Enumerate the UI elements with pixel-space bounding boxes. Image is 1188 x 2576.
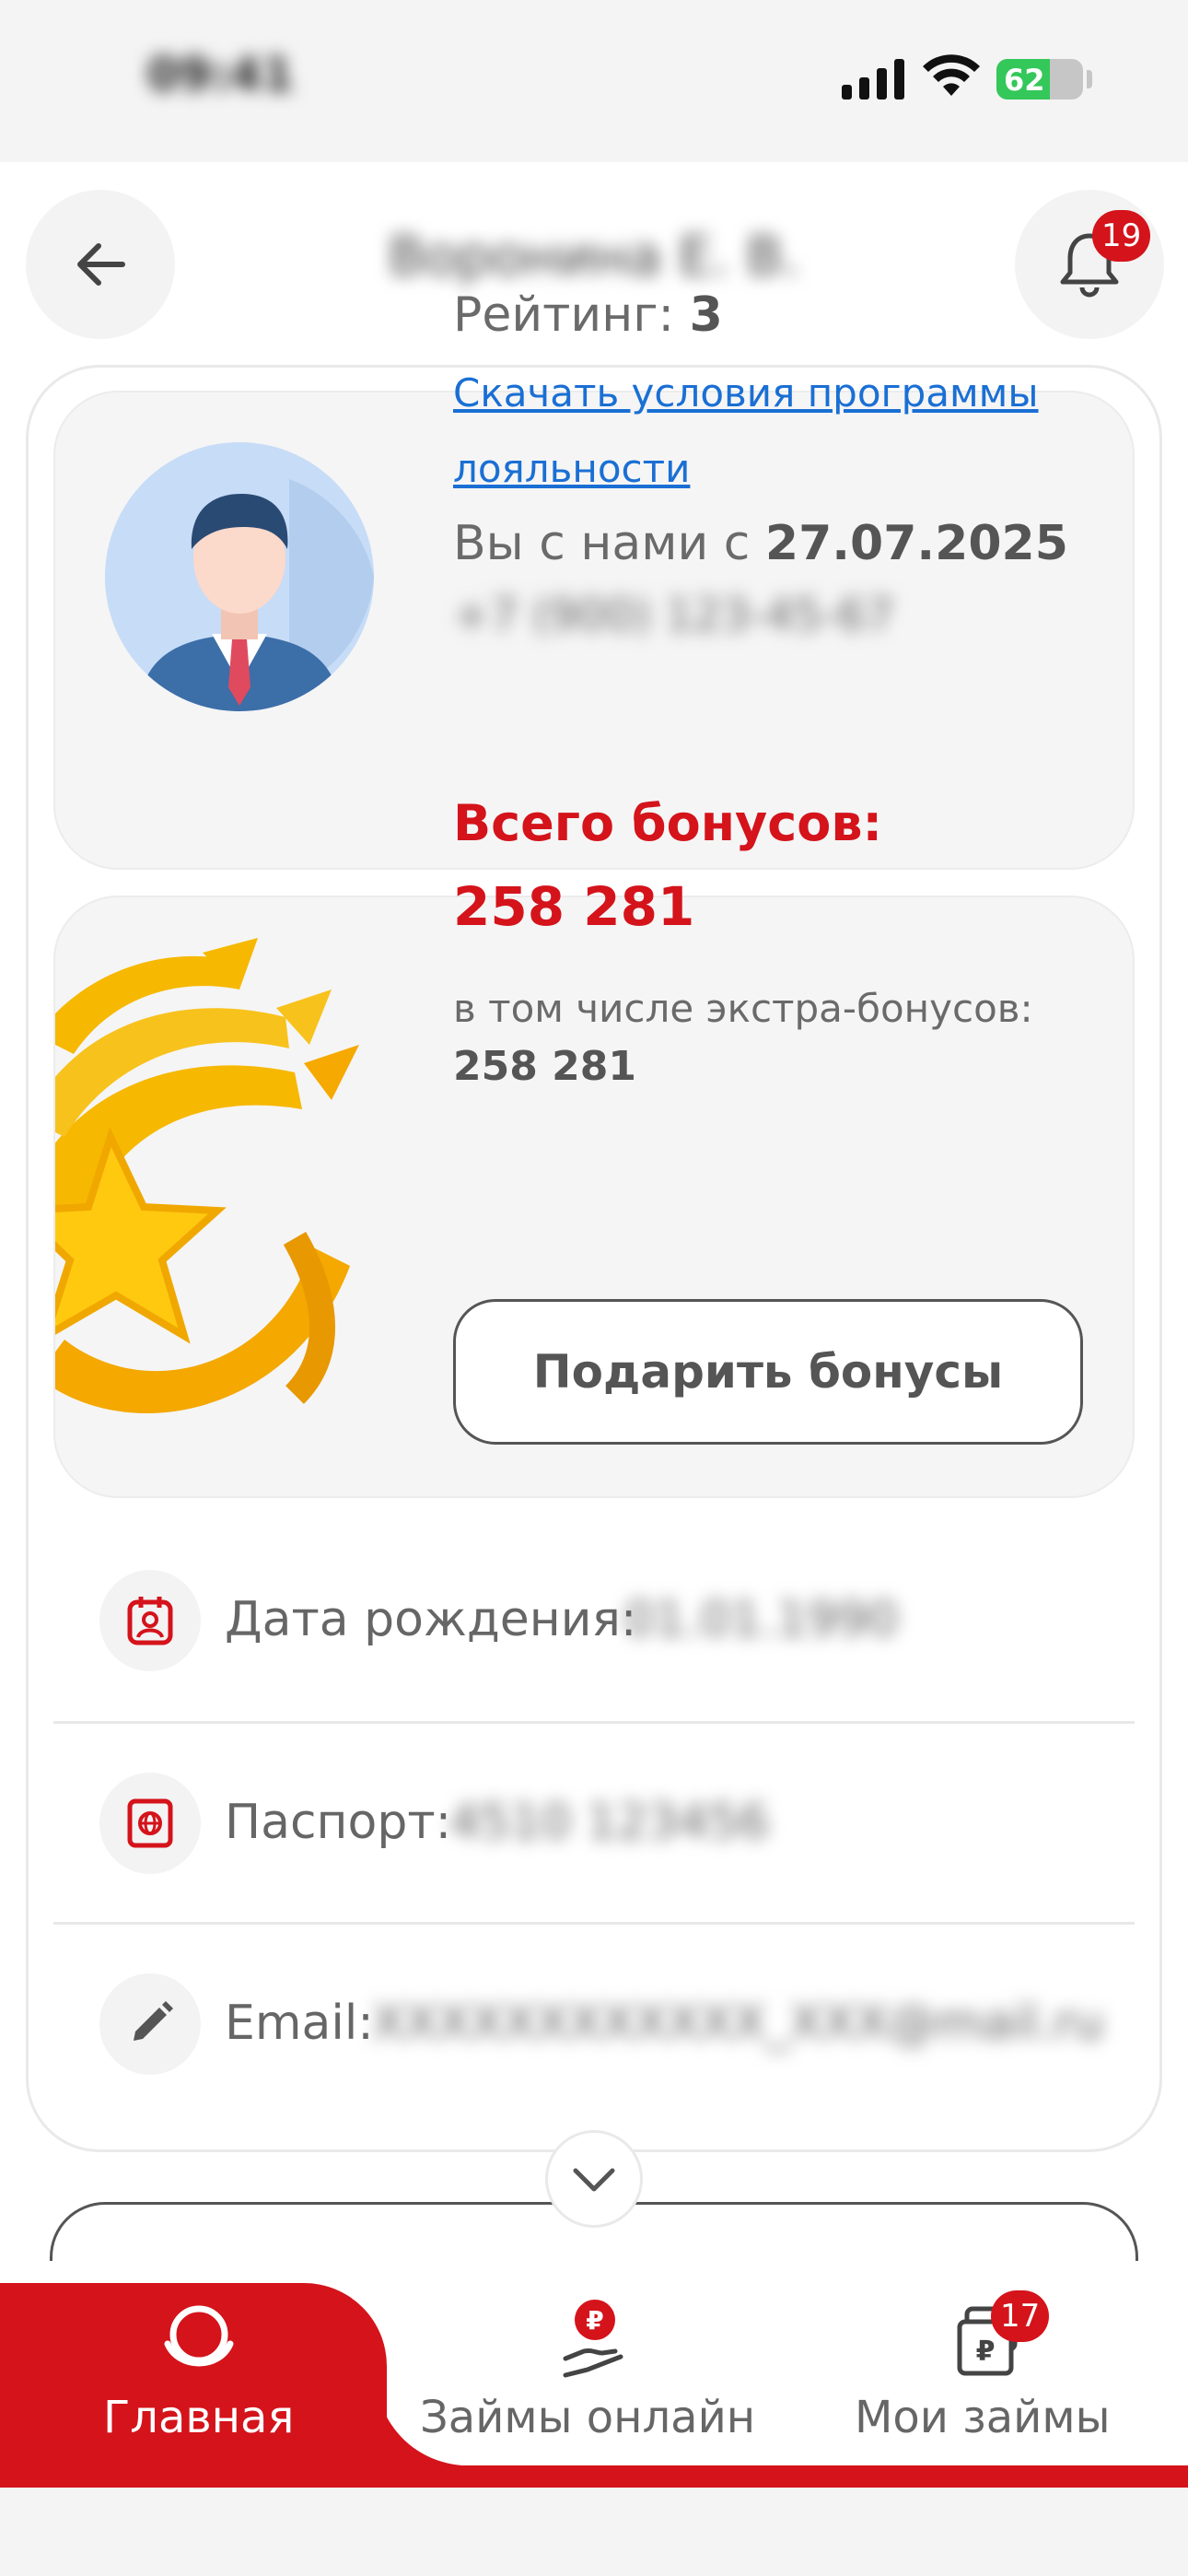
user-avatar-icon	[105, 442, 374, 711]
chevron-down-icon	[573, 2168, 615, 2192]
status-bar: 09:41 62	[0, 0, 1188, 162]
home-indicator-area	[0, 2488, 1188, 2576]
nav-my-loans-label[interactable]: Мои займы	[855, 2392, 1110, 2443]
passport-value: 4510 123456	[449, 1795, 770, 1850]
battery-icon: 62	[996, 59, 1083, 100]
passport-row: Паспорт: 4510 123456	[53, 1725, 1135, 1924]
gift-bonuses-button[interactable]: Подарить бонусы	[453, 1299, 1083, 1445]
member-since: Вы с нами с 27.07.2025	[453, 516, 1068, 571]
battery-level: 62	[1004, 63, 1045, 98]
bonus-star-illustration	[55, 938, 359, 1413]
nav-loans-online-label[interactable]: Займы онлайн	[420, 2392, 755, 2443]
rating-label: Рейтинг:	[453, 287, 675, 343]
nav-accent-line	[0, 2465, 1188, 2488]
avatar	[105, 442, 374, 711]
extra-bonus-label: в том числе экстра-бонусов:	[453, 986, 1033, 1031]
birthdate-row: Дата рождения: 01.01.1990	[53, 1522, 1135, 1721]
phone-number: +7 (900) 123-45-67	[453, 590, 894, 641]
calendar-user-icon	[99, 1570, 201, 1671]
cellular-signal-icon	[842, 59, 904, 100]
notifications-badge: 19	[1092, 210, 1151, 262]
divider	[53, 1721, 1135, 1724]
email-row[interactable]: Email: XXXXXXXXXXXX_XXX@mail.ru	[53, 1926, 1135, 2125]
member-since-date: 27.07.2025	[764, 516, 1068, 571]
bonus-title: Всего бонусов:	[453, 794, 883, 852]
rating: Рейтинг: 3	[453, 287, 723, 343]
svg-text:₽: ₽	[976, 2336, 996, 2368]
expand-button[interactable]	[545, 2130, 643, 2228]
notifications-button[interactable]	[1015, 190, 1164, 339]
birthdate-label: Дата рождения:	[225, 1592, 637, 1647]
svg-text:₽: ₽	[586, 2305, 603, 2336]
bonus-total: 258 281	[453, 875, 695, 938]
loyalty-terms-link[interactable]: Скачать условия программы лояльности	[453, 356, 1098, 507]
rating-value: 3	[689, 287, 723, 343]
email-value: XXXXXXXXXXXX_XXX@mail.ru	[372, 1996, 1104, 2051]
email-label: Email:	[225, 1996, 374, 2051]
back-button[interactable]	[26, 190, 175, 339]
birthdate-value: 01.01.1990	[624, 1592, 899, 1647]
arrow-left-icon	[77, 243, 125, 286]
passport-icon	[99, 1773, 201, 1874]
nav-home-label[interactable]: Главная	[103, 2392, 294, 2443]
member-since-label: Вы с нами с	[453, 516, 751, 571]
loans-online-icon[interactable]: ₽	[560, 2298, 630, 2384]
pencil-icon[interactable]	[99, 1973, 201, 2075]
extra-bonus-value: 258 281	[453, 1043, 637, 1090]
passport-label: Паспорт:	[225, 1795, 452, 1850]
status-time: 09:41	[147, 48, 295, 101]
divider	[53, 1922, 1135, 1925]
my-loans-badge: 17	[991, 2290, 1050, 2342]
wifi-icon	[923, 54, 980, 96]
home-logo-icon	[164, 2305, 234, 2367]
